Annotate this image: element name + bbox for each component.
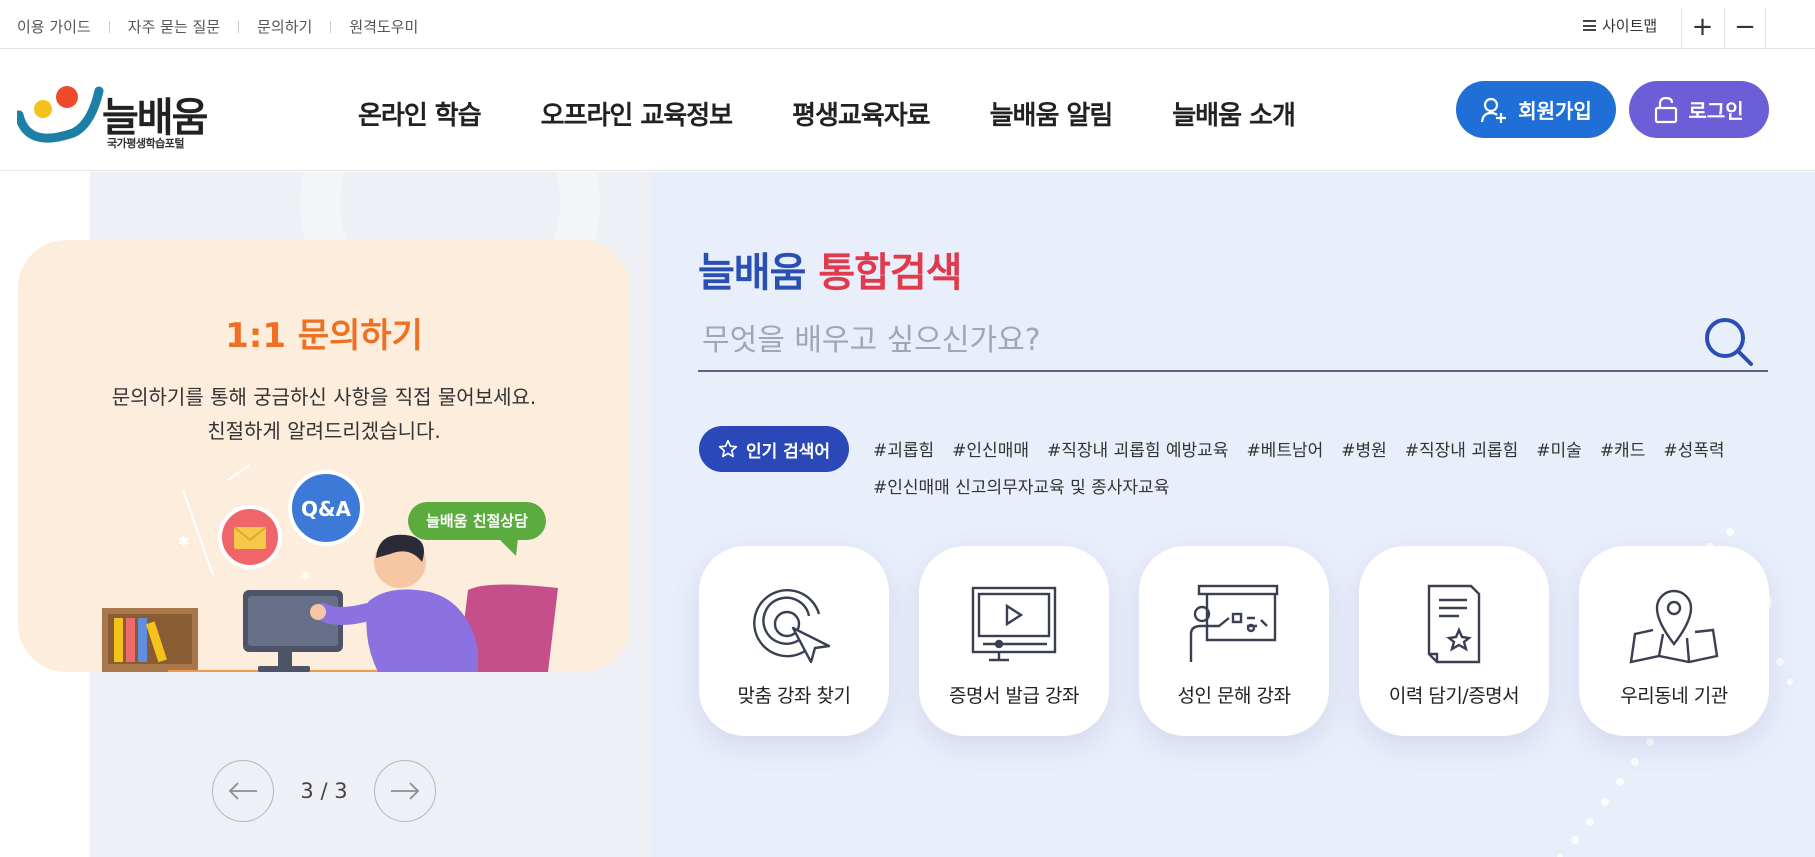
usage-guide-link[interactable]: 이용 가이드 bbox=[17, 16, 91, 37]
utility-links: 이용 가이드 자주 묻는 질문 문의하기 원격도우미 bbox=[17, 16, 418, 37]
tag-keyword[interactable]: #인신매매 bbox=[952, 436, 1029, 461]
divider bbox=[108, 20, 110, 33]
nav-lifelong-materials[interactable]: 평생교육자료 bbox=[792, 95, 931, 132]
consultation-illustration: Q&A 늘배움 친절상담 ✱ ✱ bbox=[102, 464, 558, 672]
login-button[interactable]: 로그인 bbox=[1629, 81, 1769, 138]
quick-link-label: 이력 담기/증명서 bbox=[1388, 685, 1520, 707]
nav-about[interactable]: 늘배움 소개 bbox=[1172, 95, 1296, 132]
slide-pager: 3 / 3 bbox=[300, 779, 348, 803]
quick-link-label: 우리동네 기관 bbox=[1620, 685, 1728, 707]
arrow-left-icon bbox=[228, 782, 257, 800]
unlock-icon bbox=[1655, 96, 1678, 123]
teacher-board-icon bbox=[1189, 584, 1279, 662]
remote-help-link[interactable]: 원격도우미 bbox=[349, 16, 418, 37]
tag-keyword[interactable]: #병원 bbox=[1341, 436, 1387, 461]
divider bbox=[330, 20, 332, 33]
site-logo[interactable]: 늘배움 국가평생학습포털 bbox=[17, 81, 217, 151]
user-add-icon bbox=[1481, 97, 1507, 123]
main-visual: 1:1 문의하기 문의하기를 통해 궁금하신 사항을 직접 물어보세요. 친절하… bbox=[0, 172, 1815, 857]
star-icon bbox=[718, 439, 738, 458]
target-cursor-icon bbox=[753, 588, 831, 664]
sitemap-button[interactable]: 사이트맵 bbox=[1583, 15, 1657, 36]
inquiry-link[interactable]: 문의하기 bbox=[257, 16, 312, 37]
popular-tags: #괴롭힘 #인신매매 #직장내 괴롭힘 예방교육 #베트남어 #병원 #직장내 … bbox=[873, 436, 1773, 498]
search-title-brand: 늘배움 bbox=[698, 250, 806, 296]
quick-link-label: 증명서 발급 강좌 bbox=[949, 685, 1079, 707]
login-label: 로그인 bbox=[1688, 99, 1744, 123]
search-title: 늘배움 통합검색 bbox=[698, 240, 963, 298]
divider bbox=[238, 20, 240, 33]
map-pin-icon bbox=[1629, 589, 1719, 664]
quick-link-custom-course[interactable]: 맞춤 강좌 찾기 bbox=[699, 546, 889, 736]
tag-keyword[interactable]: #미술 bbox=[1536, 436, 1582, 461]
next-slide-button[interactable] bbox=[374, 760, 436, 822]
quick-link-literacy-course[interactable]: 성인 문해 강좌 bbox=[1139, 546, 1329, 736]
quick-links: 맞춤 강좌 찾기 증명서 발급 강좌 성인 문해 강좌 이력 담기/증명서 우리… bbox=[699, 546, 1769, 736]
main-nav: 온라인 학습 오프라인 교육정보 평생교육자료 늘배움 알림 늘배움 소개 bbox=[358, 95, 1355, 132]
arrow-right-icon bbox=[391, 782, 420, 800]
popular-keywords-badge: 인기 검색어 bbox=[699, 426, 849, 472]
zoom-out-button[interactable]: − bbox=[1724, 8, 1766, 49]
tag-keyword[interactable]: #직장내 괴롭힘 예방교육 bbox=[1047, 436, 1228, 461]
utility-bar: 이용 가이드 자주 묻는 질문 문의하기 원격도우미 사이트맵 + − bbox=[0, 0, 1815, 49]
quick-link-history-certificate[interactable]: 이력 담기/증명서 bbox=[1359, 546, 1549, 736]
search-bar bbox=[698, 312, 1768, 372]
quick-link-local-institutions[interactable]: 우리동네 기관 bbox=[1579, 546, 1769, 736]
certificate-icon bbox=[1427, 584, 1481, 664]
search-button[interactable] bbox=[1701, 314, 1757, 370]
nav-notices[interactable]: 늘배움 알림 bbox=[990, 95, 1114, 132]
tag-keyword[interactable]: #인신매매 신고의무자교육 및 종사자교육 bbox=[873, 473, 1169, 498]
search-title-main: 통합검색 bbox=[818, 250, 962, 296]
quick-link-label: 맞춤 강좌 찾기 bbox=[737, 685, 851, 707]
tag-keyword[interactable]: #캐드 bbox=[1600, 436, 1646, 461]
logo-subtitle: 국가평생학습포털 bbox=[107, 137, 184, 150]
tag-keyword[interactable]: #베트남어 bbox=[1246, 436, 1323, 461]
slider-controls: 3 / 3 bbox=[212, 760, 436, 822]
quick-link-certificate-course[interactable]: 증명서 발급 강좌 bbox=[919, 546, 1109, 736]
nav-offline-education[interactable]: 오프라인 교육정보 bbox=[541, 95, 733, 132]
join-button[interactable]: 회원가입 bbox=[1456, 81, 1616, 138]
prev-slide-button[interactable] bbox=[212, 760, 274, 822]
nav-online-learning[interactable]: 온라인 학습 bbox=[358, 95, 482, 132]
search-input[interactable] bbox=[702, 312, 1662, 368]
tag-keyword[interactable]: #성폭력 bbox=[1663, 436, 1724, 461]
tag-keyword[interactable]: #괴롭힘 bbox=[873, 436, 934, 461]
qa-bubble-text: Q&A bbox=[301, 497, 351, 521]
search-icon bbox=[1705, 318, 1753, 366]
tag-keyword[interactable]: #직장내 괴롭힘 bbox=[1405, 436, 1519, 461]
promo-slide[interactable]: 1:1 문의하기 문의하기를 통해 궁금하신 사항을 직접 물어보세요. 친절하… bbox=[18, 240, 630, 672]
svg-text:✱: ✱ bbox=[178, 534, 190, 550]
chat-bubble-text: 늘배움 친절상담 bbox=[426, 512, 528, 530]
join-label: 회원가입 bbox=[1518, 99, 1592, 123]
zoom-in-button[interactable]: + bbox=[1681, 8, 1723, 49]
site-header: 늘배움 국가평생학습포털 온라인 학습 오프라인 교육정보 평생교육자료 늘배움… bbox=[0, 49, 1815, 171]
quick-link-label: 성인 문해 강좌 bbox=[1177, 685, 1291, 707]
menu-icon bbox=[1583, 20, 1596, 31]
popular-keywords-label: 인기 검색어 bbox=[745, 441, 831, 462]
sitemap-label: 사이트맵 bbox=[1602, 17, 1658, 35]
video-lecture-icon bbox=[971, 586, 1057, 662]
svg-text:✱: ✱ bbox=[300, 569, 310, 583]
faq-link[interactable]: 자주 묻는 질문 bbox=[128, 16, 220, 37]
